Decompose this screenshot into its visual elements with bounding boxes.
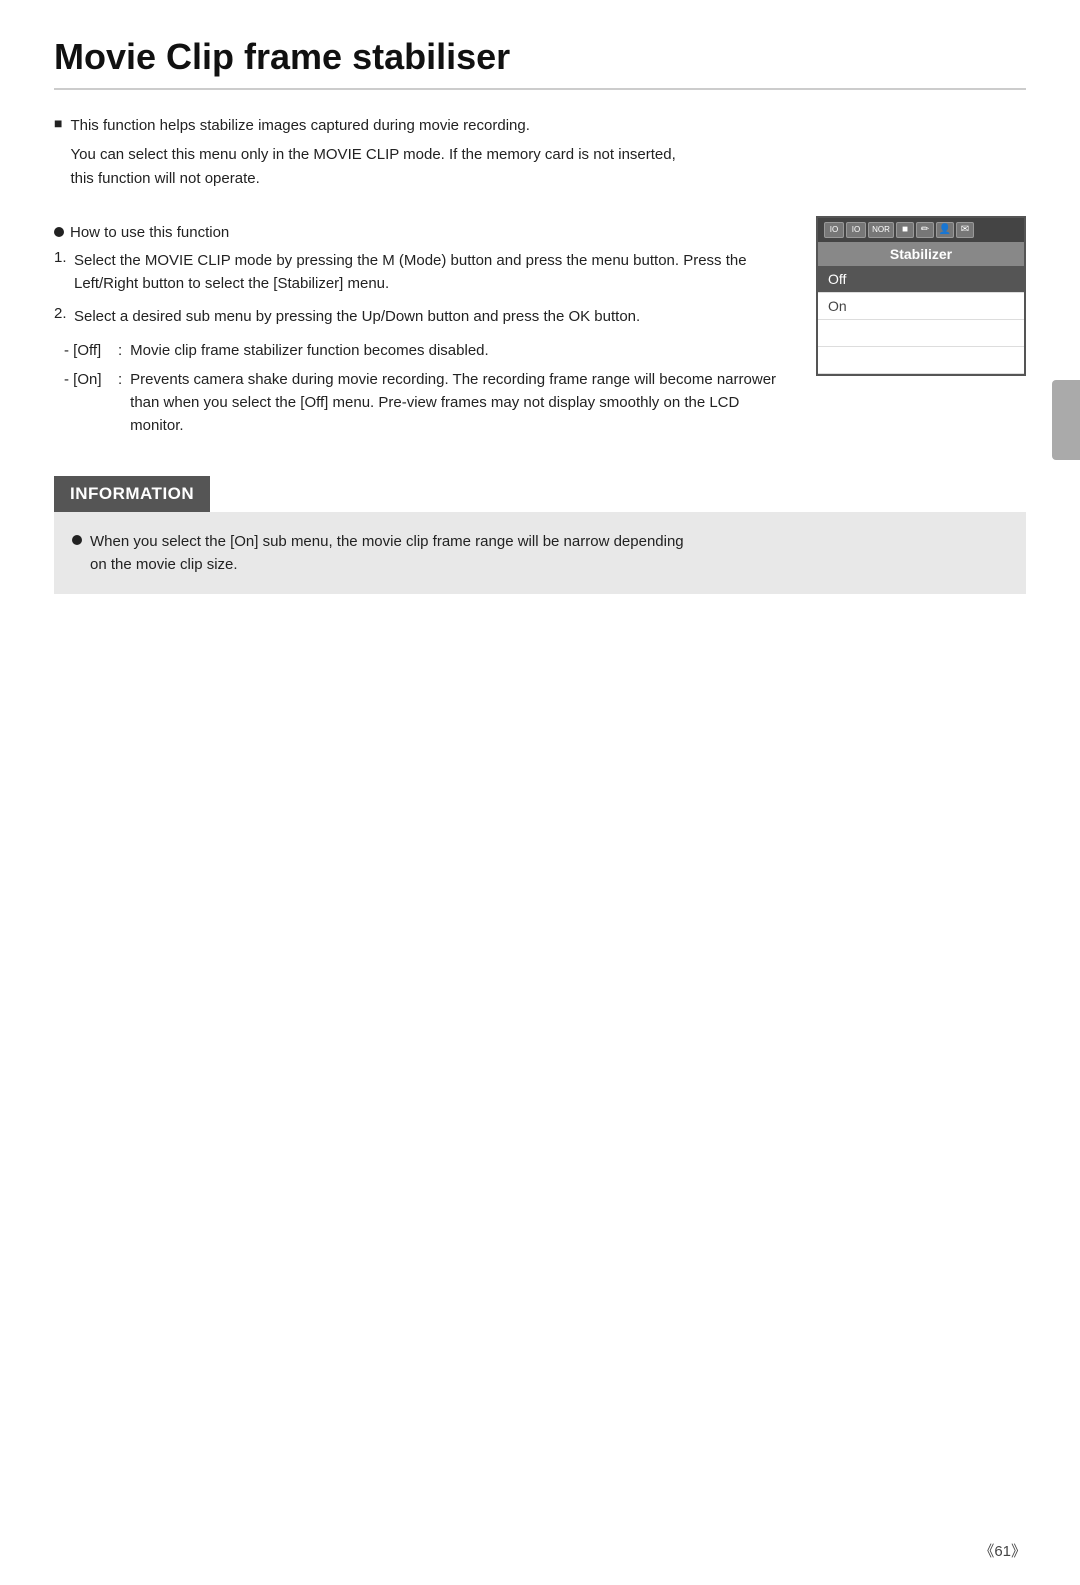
intro-line1: This function helps stabilize images cap… (70, 114, 675, 137)
sub-item-on-desc: Prevents camera shake during movie recor… (130, 368, 784, 438)
page-number: 《61》 (979, 1540, 1026, 1561)
toolbar-icon-7: ✉ (956, 222, 974, 238)
step-1-number: 1. (54, 249, 74, 296)
toolbar-icon-2: IO (846, 222, 866, 238)
menu-item-empty-2 (818, 347, 1024, 374)
step-2-number: 2. (54, 305, 74, 328)
menu-item-empty-1 (818, 320, 1024, 347)
toolbar-icon-5: ✏ (916, 222, 934, 238)
info-text: When you select the [On] sub menu, the m… (90, 530, 684, 577)
toolbar-icon-nor: NOR (868, 222, 894, 238)
step-2-text: Select a desired sub menu by pressing th… (74, 305, 640, 328)
intro-line2: You can select this menu only in the MOV… (70, 143, 675, 190)
toolbar-icon-6: 👤 (936, 222, 954, 238)
intro-bullet-icon: ■ (54, 115, 62, 208)
information-header: INFORMATION (54, 476, 210, 512)
camera-menu-widget: IO IO NOR ■ ✏ 👤 ✉ Stabilizer Off On (816, 216, 1026, 376)
sub-item-off-desc: Movie clip frame stabilizer function bec… (130, 339, 489, 362)
menu-item-off: Off (818, 266, 1024, 293)
toolbar-icon-4: ■ (896, 222, 914, 238)
info-bullet-circle (72, 535, 82, 545)
toolbar-icon-1: IO (824, 222, 844, 238)
how-to-bullet (54, 227, 64, 237)
information-body: When you select the [On] sub menu, the m… (54, 512, 1026, 595)
camera-toolbar: IO IO NOR ■ ✏ 👤 ✉ (818, 218, 1024, 242)
page-title: Movie Clip frame stabiliser (54, 36, 1026, 90)
sub-item-off-label: - [Off] (64, 339, 112, 362)
menu-title-bar: Stabilizer (818, 242, 1024, 266)
how-to-label: How to use this function (70, 224, 229, 241)
sub-item-on-label: - [On] (64, 368, 112, 438)
sub-item-on-colon: : (118, 368, 122, 438)
menu-item-on: On (818, 293, 1024, 320)
sub-item-off-colon: : (118, 339, 122, 362)
step-1-text: Select the MOVIE CLIP mode by pressing t… (74, 249, 784, 296)
information-section: INFORMATION When you select the [On] sub… (54, 476, 1026, 595)
side-tab (1052, 380, 1080, 460)
